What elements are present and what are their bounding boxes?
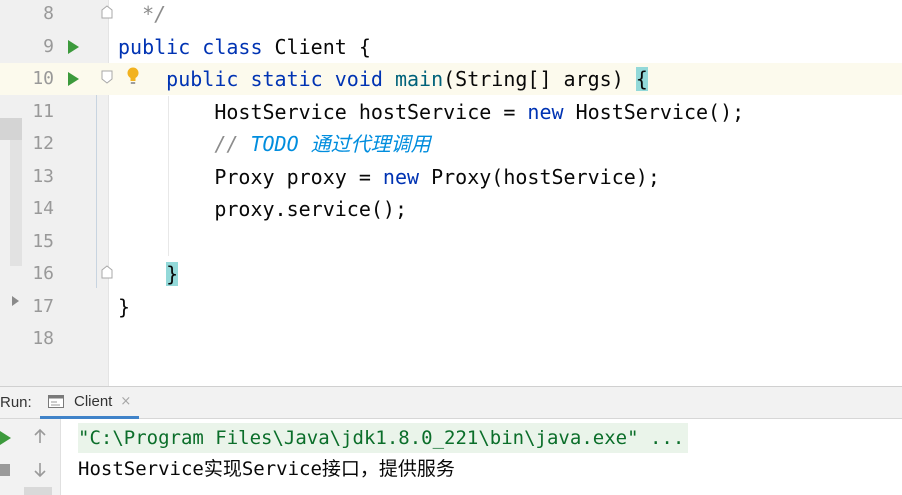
code-text[interactable]: proxy.service();	[118, 193, 407, 225]
code-text[interactable]: }	[118, 291, 130, 323]
run-label: Run:	[0, 394, 32, 411]
code-line[interactable]: 16 }	[0, 258, 902, 290]
code-line[interactable]: 10 public static void main(String[] args…	[0, 63, 902, 95]
run-tab-label: Client	[74, 393, 113, 410]
line-number: 9	[43, 35, 54, 57]
code-line[interactable]: 15	[0, 226, 902, 258]
code-token: TODO 通过代理调用	[250, 132, 431, 156]
code-token: Proxy proxy =	[118, 164, 383, 189]
code-line[interactable]: 17}	[0, 291, 902, 323]
code-text[interactable]: public static void main(String[] args) {	[118, 63, 648, 95]
code-token: (String[] args)	[443, 67, 636, 91]
fold-icon[interactable]	[101, 265, 113, 279]
run-toolbar	[0, 419, 61, 495]
run-panel-header: Run: Client ×	[0, 386, 902, 419]
play-icon[interactable]	[68, 72, 79, 86]
code-token: static	[250, 67, 335, 91]
toolbar-scroll-marker	[24, 487, 52, 495]
code-line[interactable]: 18	[0, 323, 902, 355]
code-token: public	[118, 67, 251, 91]
code-token: HostService hostService =	[118, 99, 528, 124]
line-number: 17	[32, 295, 54, 317]
code-line[interactable]: 13 Proxy proxy = new Proxy(hostService);	[0, 161, 902, 193]
code-text[interactable]: public class Client {	[118, 31, 371, 63]
code-token: Client {	[274, 34, 371, 59]
code-text[interactable]: }	[118, 258, 179, 290]
line-number: 12	[32, 133, 54, 154]
line-number: 14	[32, 198, 54, 219]
code-token: }	[118, 294, 131, 319]
line-number: 16	[32, 263, 54, 284]
line-number: 13	[32, 165, 54, 187]
code-token: proxy.service();	[118, 197, 407, 221]
code-line[interactable]: 8 */	[0, 0, 902, 30]
code-token: new	[527, 99, 576, 124]
run-console[interactable]: "C:\Program Files\Java\jdk1.8.0_221\bin\…	[0, 419, 902, 495]
arrow-up-icon[interactable]	[32, 427, 48, 445]
rerun-button[interactable]	[0, 431, 11, 445]
code-editor[interactable]: 8 */9 public class Client {10 public stat…	[0, 0, 902, 386]
code-text[interactable]: */	[118, 0, 166, 30]
code-token: HostService();	[575, 99, 745, 124]
console-command-line: "C:\Program Files\Java\jdk1.8.0_221\bin\…	[78, 423, 689, 453]
run-tab-client[interactable]: Client ×	[40, 387, 140, 419]
fold-icon[interactable]	[101, 70, 113, 84]
code-token: Proxy(hostService);	[431, 164, 660, 189]
code-token: //	[118, 132, 251, 156]
code-token: main	[394, 67, 444, 91]
code-token: class	[202, 34, 275, 59]
arrow-down-icon[interactable]	[32, 461, 48, 479]
line-number: 11	[32, 100, 54, 122]
matched-brace: }	[166, 262, 179, 286]
code-line[interactable]: 11 HostService hostService = new HostSer…	[0, 96, 902, 128]
code-token: new	[382, 164, 432, 189]
console-output-line: HostService实现Service接口，提供服务	[78, 458, 455, 480]
stop-button[interactable]	[0, 464, 10, 476]
code-text[interactable]: // TODO 通过代理调用	[118, 128, 431, 160]
line-number: 15	[32, 230, 54, 252]
code-line[interactable]: 14 proxy.service();	[0, 193, 902, 225]
code-text[interactable]: HostService hostService = new HostServic…	[118, 96, 744, 128]
console-icon	[48, 395, 64, 408]
code-token: void	[334, 67, 395, 91]
close-icon[interactable]: ×	[120, 394, 131, 409]
code-line[interactable]: 9 public class Client {	[0, 31, 902, 63]
code-token: */	[118, 2, 167, 26]
line-number: 10	[24, 63, 54, 95]
code-token: public	[118, 34, 203, 59]
fold-icon[interactable]	[101, 5, 113, 19]
code-line[interactable]: 12 // TODO 通过代理调用	[0, 128, 902, 160]
matched-brace: {	[635, 67, 648, 91]
line-number: 18	[32, 328, 54, 349]
play-icon[interactable]	[68, 39, 79, 54]
code-text[interactable]: Proxy proxy = new Proxy(hostService);	[118, 161, 660, 193]
line-number: 8	[43, 3, 54, 24]
